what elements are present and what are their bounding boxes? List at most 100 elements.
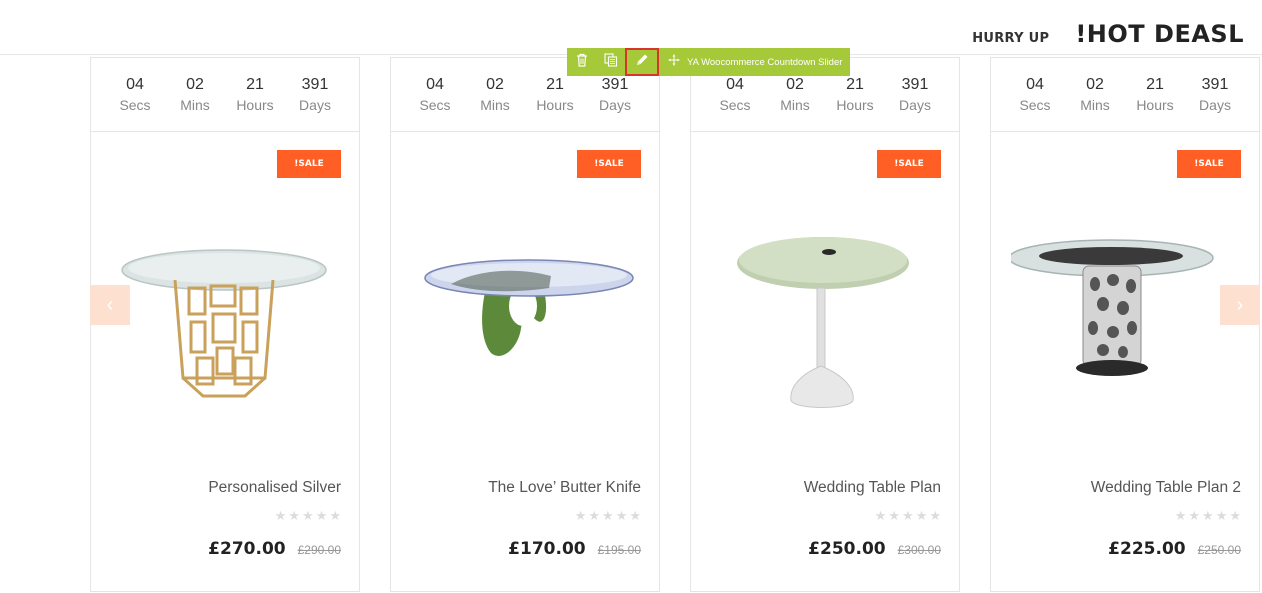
product-image[interactable] (111, 228, 341, 428)
star-icon: ★ (1229, 508, 1241, 523)
star-icon: ★ (588, 508, 601, 523)
sale-badge: !SALE (277, 150, 341, 178)
rating-stars: ★ ★ ★ ★ ★ (275, 509, 341, 522)
product-card[interactable]: 04 Secs 02 Mins 21 Hours 391 Days !SALE The … (390, 57, 660, 592)
star-icon: ★ (902, 508, 914, 523)
star-icon: ★ (888, 508, 901, 523)
regular-price: £290.00 (297, 543, 341, 557)
star-icon: ★ (602, 508, 614, 523)
star-icon: ★ (1174, 508, 1187, 523)
star-icon: ★ (615, 508, 628, 523)
product-title[interactable]: Wedding Table Plan (804, 479, 941, 497)
star-icon: ★ (329, 508, 341, 523)
countdown-label: Secs (119, 97, 151, 113)
countdown-label: Secs (1019, 97, 1051, 113)
countdown-days: 391 Days (285, 75, 345, 131)
move-widget-handle[interactable] (663, 48, 685, 76)
countdown-value: 04 (426, 76, 444, 93)
countdown-label: Hours (536, 97, 574, 113)
product-title[interactable]: The Love’ Butter Knife (488, 479, 641, 497)
countdown-value: 391 (301, 76, 329, 93)
price-block: £270.00 £290.00 (208, 539, 341, 559)
move-icon (668, 53, 680, 71)
price-block: £170.00 £195.00 (508, 539, 641, 559)
countdown-label: Hours (1136, 97, 1174, 113)
countdown-value: 21 (1146, 76, 1164, 93)
star-icon: ★ (1202, 508, 1214, 523)
sale-price: £270.00 (208, 539, 286, 559)
countdown-value: 02 (1086, 76, 1104, 93)
countdown-value: 21 (246, 76, 264, 93)
countdown-value: 391 (601, 76, 629, 93)
countdown-value: 04 (126, 76, 144, 93)
countdown-value: 02 (786, 76, 804, 93)
star-icon: ★ (288, 508, 301, 523)
countdown-hours: 21 Hours (825, 75, 885, 131)
delete-widget-button[interactable] (567, 48, 596, 76)
countdown-secs: 04 Secs (105, 75, 165, 131)
product-card[interactable]: 04 Secs 02 Mins 21 Hours 391 Days !SALE Wedd… (690, 57, 960, 592)
countdown-label: Secs (719, 97, 751, 113)
product-image[interactable] (411, 228, 641, 428)
countdown-mins: 02 Mins (765, 75, 825, 131)
countdown-slider-page: HURRY UP !HOT DEASL YA Woocommerce Count… (0, 0, 1262, 593)
sale-badge: !SALE (877, 150, 941, 178)
product-title[interactable]: Wedding Table Plan 2 (1091, 479, 1241, 497)
star-icon: ★ (929, 508, 941, 523)
sale-price: £250.00 (808, 539, 886, 559)
rating-stars: ★ ★ ★ ★ ★ (575, 509, 641, 522)
countdown-mins: 02 Mins (165, 75, 225, 131)
price-block: £225.00 £250.00 (1108, 539, 1241, 559)
chevron-right-icon: › (1236, 293, 1244, 316)
countdown-value: 04 (726, 76, 744, 93)
countdown-days: 391 Days (1185, 75, 1245, 131)
rating-stars: ★ ★ ★ ★ ★ (875, 509, 941, 522)
star-icon: ★ (874, 508, 887, 523)
slider-prev-button[interactable]: ‹ (90, 285, 130, 325)
product-card[interactable]: 04 Secs 02 Mins 21 Hours 391 Days !SALE (90, 57, 360, 592)
sale-badge: !SALE (577, 150, 641, 178)
product-title[interactable]: Personalised Silver (208, 479, 341, 497)
section-title: !HOT DEASL (1075, 20, 1244, 48)
countdown-hours: 21 Hours (225, 75, 285, 131)
star-icon: ★ (629, 508, 641, 523)
duplicate-widget-button[interactable] (596, 48, 625, 76)
countdown-label: Hours (236, 97, 274, 113)
countdown-label: Secs (419, 97, 451, 113)
edit-widget-button[interactable] (625, 48, 659, 76)
star-icon: ★ (274, 508, 287, 523)
regular-price: £300.00 (897, 543, 941, 557)
countdown-mins: 02 Mins (465, 75, 525, 131)
countdown-mins: 02 Mins (1065, 75, 1125, 131)
section-heading: HURRY UP !HOT DEASL (972, 20, 1244, 48)
countdown-value: 391 (901, 76, 929, 93)
star-icon: ★ (315, 508, 328, 523)
sale-price: £225.00 (1108, 539, 1186, 559)
countdown-label: Mins (780, 97, 810, 113)
star-icon: ★ (915, 508, 928, 523)
countdown-label: Days (599, 97, 631, 113)
countdown-days: 391 Days (885, 75, 945, 131)
sale-badge: !SALE (1177, 150, 1241, 178)
product-image[interactable] (711, 228, 941, 428)
countdown-secs: 04 Secs (405, 75, 465, 131)
product-image[interactable] (1008, 228, 1241, 428)
countdown-value: 21 (546, 76, 564, 93)
copy-icon (603, 52, 618, 72)
regular-price: £250.00 (1197, 543, 1241, 557)
countdown-label: Mins (480, 97, 510, 113)
countdown-value: 391 (1201, 76, 1229, 93)
countdown-hours: 21 Hours (1125, 75, 1185, 131)
countdown-label: Mins (1080, 97, 1110, 113)
countdown-value: 04 (1026, 76, 1044, 93)
widget-edit-toolbar: YA Woocommerce Countdown Slider (567, 48, 850, 76)
countdown-value: 21 (846, 76, 864, 93)
countdown-label: Days (299, 97, 331, 113)
hurry-up-label: HURRY UP (972, 31, 1050, 46)
widget-name-label: YA Woocommerce Countdown Slider (687, 56, 843, 68)
star-icon: ★ (302, 508, 314, 523)
slider-next-button[interactable]: › (1220, 285, 1260, 325)
countdown-secs: 04 Secs (705, 75, 765, 131)
countdown-hours: 21 Hours (525, 75, 585, 131)
countdown-value: 02 (486, 76, 504, 93)
